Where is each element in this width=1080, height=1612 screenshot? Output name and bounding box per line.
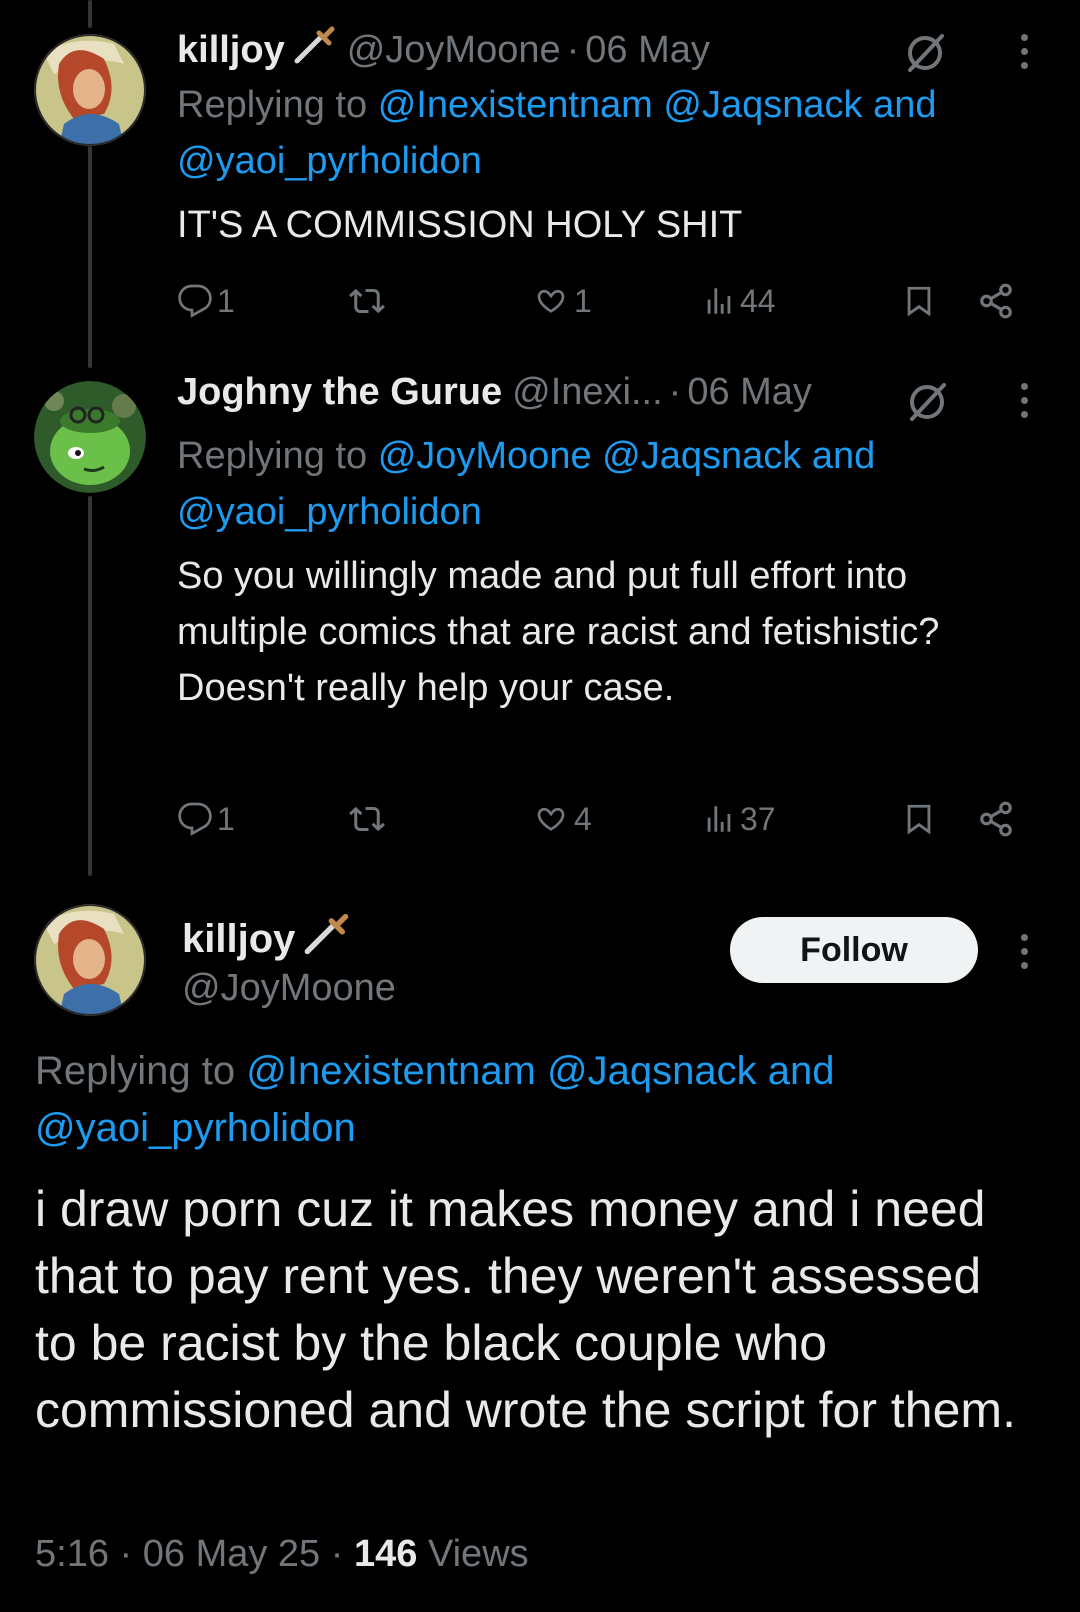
share-icon [980,283,1012,319]
views-count: 37 [740,800,776,837]
like-count: 1 [574,282,592,319]
repost-icon [349,288,385,314]
post-text: IT'S A COMMISSION HOLY SHIT [177,204,743,246]
replying-label: Replying to [177,435,368,477]
mention-link[interactable]: @Inexistentnam [378,84,653,126]
views-icon [707,806,731,832]
mention-and[interactable]: and [873,84,936,126]
bookmark-icon [907,804,931,835]
mention-link[interactable]: @Inexistentnam [246,1049,536,1093]
like-button[interactable]: 4 [532,794,592,844]
separator-dot: · [119,1533,133,1575]
like-button[interactable]: 1 [532,276,592,326]
action-bar: 1 1 44 [177,276,1027,326]
follow-button[interactable]: Follow [730,917,978,983]
display-name-text[interactable]: killjoy [182,917,295,962]
mention-link[interactable]: @Jaqsnack [663,84,862,126]
replying-to: Replying to @JoyMoone @Jaqsnack and @yao… [177,428,1020,540]
views-button[interactable]: 37 [702,794,776,844]
repost-icon [349,806,385,832]
avatar[interactable] [34,381,146,493]
mention-link[interactable]: @yaoi_pyrholidon [177,140,482,182]
separator-dot: · [668,371,682,413]
dagger-icon [293,25,337,75]
post-date[interactable]: 06 May 25 [143,1533,320,1575]
reply-icon [178,284,212,318]
mention-link[interactable]: @yaoi_pyrholidon [177,491,482,533]
bookmark-icon [907,286,931,317]
views-count[interactable]: 146 [354,1533,417,1575]
post-time[interactable]: 5:16 [35,1533,109,1575]
mention-and[interactable]: and [812,435,875,477]
post-meta: 5:16 · 06 May 25 · 146 Views [35,1533,529,1576]
replying-label: Replying to [35,1049,236,1093]
display-name[interactable]: killjoy [182,912,351,966]
display-name[interactable]: Joghny the Gurue [177,371,502,414]
thread-line-1 [88,146,92,368]
username[interactable]: @Inexi... [512,371,663,414]
like-count: 4 [574,800,592,837]
separator-dot: · [330,1533,344,1575]
bookmark-button[interactable] [902,276,936,326]
circle-slash-icon[interactable] [902,30,948,81]
share-icon [980,801,1012,837]
replying-to: Replying to @Inexistentnam @Jaqsnack and… [177,77,1020,189]
mention-link[interactable]: @Jaqsnack [547,1049,757,1093]
post-header: Joghny the Gurue @Inexi... · 06 May [177,371,812,414]
views-count: 44 [740,282,776,319]
post-text: So you willingly made and put full effor… [177,555,940,709]
thread-line-top [88,0,92,28]
heart-icon [537,289,565,313]
more-icon[interactable] [1014,934,1034,969]
avatar[interactable] [34,904,146,1016]
views-icon [707,288,731,314]
repost-button[interactable] [347,276,391,326]
display-name[interactable]: killjoy [177,29,285,72]
reply-count: 1 [217,282,235,319]
username[interactable]: @JoyMoone [182,967,396,1010]
replying-label: Replying to [177,84,368,126]
mention-link[interactable]: @Jaqsnack [602,435,801,477]
views-button[interactable]: 44 [702,276,776,326]
more-icon[interactable] [1014,34,1034,69]
post-date[interactable]: 06 May [687,371,812,414]
post-date[interactable]: 06 May [585,29,710,72]
reply-button[interactable]: 1 [177,276,235,326]
mention-link[interactable]: @JoyMoone [378,435,592,477]
action-bar: 1 4 37 [177,794,1027,844]
bookmark-button[interactable] [902,794,936,844]
separator-dot: · [566,28,580,71]
reply-button[interactable]: 1 [177,794,235,844]
thread-line-2 [88,496,92,876]
reply-count: 1 [217,800,235,837]
share-button[interactable] [977,276,1015,326]
mention-link[interactable]: @yaoi_pyrholidon [35,1106,356,1150]
username[interactable]: @JoyMoone [347,29,561,72]
share-button[interactable] [977,794,1015,844]
more-icon[interactable] [1014,383,1034,418]
replying-to: Replying to @Inexistentnam @Jaqsnack and… [35,1043,1020,1157]
dagger-icon [303,912,351,966]
reply-icon [178,802,212,836]
circle-slash-icon[interactable] [904,379,950,430]
views-label[interactable]: Views [428,1533,529,1575]
post-header: killjoy @JoyMoone · 06 May [177,25,710,75]
repost-button[interactable] [347,794,391,844]
avatar[interactable] [34,34,146,146]
heart-icon [537,807,565,831]
mention-and[interactable]: and [768,1049,835,1093]
post-text: i draw porn cuz it makes money and i nee… [35,1181,1016,1438]
